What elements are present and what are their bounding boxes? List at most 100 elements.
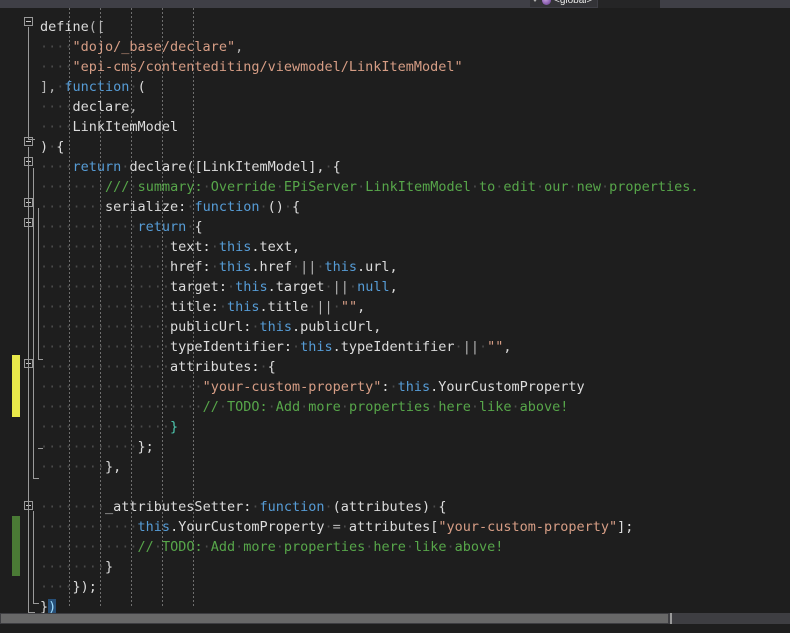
whitespace-dot: · (324, 159, 333, 175)
whitespace-dots: ········ (40, 559, 106, 575)
code-line[interactable]: ················typeIdentifier:·this.typ… (40, 337, 512, 357)
token-pln: attributes[ (348, 519, 439, 535)
token-kw: this (300, 339, 333, 355)
whitespace-dot: · (129, 79, 138, 95)
whitespace-dots: ········ (40, 499, 106, 515)
code-line[interactable]: ············//·TODO:·Add·more·properties… (40, 537, 503, 557)
whitespace-dots: ···· (40, 59, 73, 75)
code-line[interactable]: ················attributes:·{ (40, 357, 276, 377)
whitespace-dots: ················ (40, 239, 171, 255)
code-line[interactable]: ········}, (40, 457, 121, 477)
token-kw: this (324, 259, 358, 275)
token-pln: .publicUrl, (291, 319, 382, 335)
whitespace-dot: · (332, 299, 341, 315)
token-opr: ||· (332, 279, 358, 295)
token-pln: } (105, 559, 114, 575)
whitespace-dot: · (470, 179, 480, 195)
code-line[interactable]: ····················//·TODO:·Add·more·pr… (40, 397, 568, 417)
code-line[interactable]: ················target:·this.target·||·n… (40, 277, 398, 297)
whitespace-dot: · (259, 199, 268, 215)
code-line[interactable]: ],·function·( (40, 77, 146, 97)
code-line[interactable]: ········_attributesSetter:·function·(att… (40, 497, 446, 517)
navigation-bar-right-filler (660, 0, 790, 8)
whitespace-dot: · (340, 519, 349, 535)
code-line[interactable]: ············}; (40, 437, 154, 457)
code-line[interactable]: ············return·{ (40, 217, 203, 237)
outlining-margin[interactable] (22, 8, 43, 633)
token-pln: LinkItemModel (72, 119, 179, 135)
whitespace-dot: · (454, 339, 463, 355)
whitespace-dots: ············ (40, 539, 138, 555)
token-pln: target:· (170, 279, 236, 295)
whitespace-dot: · (365, 539, 374, 555)
token-pln: ·(attributes)·{ (324, 499, 447, 515)
code-line[interactable]: ····return·declare([LinkItemModel],·{ (40, 157, 341, 177)
code-line[interactable]: define([ (40, 17, 105, 37)
change-bar-unsaved (12, 355, 20, 417)
code-line[interactable]: ········///·summary:·Override·EPiServer·… (40, 177, 699, 197)
code-line[interactable]: ····LinkItemModel (40, 117, 178, 137)
token-pln: .href· (251, 259, 301, 275)
token-pln: .target· (267, 279, 333, 295)
code-line[interactable]: ····}); (40, 577, 97, 597)
token-pln: text:· (170, 239, 219, 255)
whitespace-dot: · (235, 539, 244, 555)
whitespace-dot: · (446, 539, 455, 555)
whitespace-dot: · (129, 179, 138, 195)
token-pln: ·declare([LinkItemModel],·{ (121, 159, 341, 175)
token-kw: this (235, 279, 268, 295)
code-text-area[interactable]: define([····"dojo/_base/declare", ····"ep… (40, 8, 790, 633)
token-opr: =· (332, 519, 349, 535)
code-line[interactable]: ········serialize:·function·()·{ (40, 197, 300, 217)
outlining-rail (28, 147, 29, 612)
code-line[interactable]: )·{ (40, 137, 64, 157)
token-pln: typeIdentifier:· (170, 339, 301, 355)
code-line[interactable]: ················href:·this.href·||·this.… (40, 257, 398, 277)
token-kw: null (357, 279, 390, 295)
whitespace-dot: · (210, 259, 219, 275)
whitespace-dots: ········ (40, 459, 106, 475)
whitespace-dot: · (495, 179, 504, 195)
navigation-bar-left-filler (0, 0, 529, 8)
horizontal-scrollbar-thumb[interactable] (1, 614, 668, 623)
code-line[interactable]: ····················"your-custom-propert… (40, 377, 585, 397)
outlining-rail (38, 229, 39, 359)
whitespace-dots: ···· (40, 39, 73, 55)
code-line[interactable]: ····"dojo/_base/declare", (40, 37, 243, 57)
code-line[interactable]: ················} (40, 417, 178, 437)
whitespace-dots: ················ (40, 259, 171, 275)
scope-selector-dropdown[interactable]: <global> (529, 0, 599, 8)
whitespace-dot: · (511, 399, 520, 415)
whitespace-dots: ···················· (40, 379, 203, 395)
whitespace-dot: · (186, 219, 195, 235)
token-kw: function (64, 79, 130, 95)
outlining-rail (28, 27, 29, 139)
whitespace-dot: · (324, 499, 333, 515)
token-pln: ]; (617, 519, 634, 535)
code-line[interactable]: ················publicUrl:·this.publicUr… (40, 317, 381, 337)
token-pln: .url, (357, 259, 398, 275)
token-com: //·TODO:·Add·more·properties·here·like·a… (137, 539, 504, 555)
code-line[interactable]: ········} (40, 557, 113, 577)
split-view-divider[interactable] (670, 613, 672, 624)
whitespace-dot: · (153, 539, 162, 555)
code-line[interactable]: ············this.YourCustomProperty·=·at… (40, 517, 633, 537)
code-editor[interactable]: define([····"dojo/_base/declare", ····"ep… (0, 8, 790, 633)
whitespace-dots: ················ (40, 359, 171, 375)
code-line[interactable]: ····declare, (40, 97, 138, 117)
horizontal-scrollbar[interactable] (0, 613, 790, 624)
navigation-bar: <global> (0, 0, 790, 8)
whitespace-dot: · (267, 399, 276, 415)
whitespace-dot: · (340, 399, 349, 415)
whitespace-dots: ········ (40, 179, 106, 195)
code-line[interactable]: ················title:·this.title·||·"", (40, 297, 365, 317)
whitespace-dot: · (324, 519, 333, 535)
code-line[interactable]: ················text:·this.text, (40, 237, 300, 257)
token-pln: ·( (129, 79, 146, 95)
fold-define[interactable] (24, 17, 33, 26)
token-pln: .title· (259, 299, 317, 315)
token-opr: , (129, 99, 138, 115)
outlining-rail (33, 168, 34, 478)
code-line[interactable]: ····"epi-cms/contentediting/viewmodel/Li… (40, 57, 463, 77)
token-pln: :· (381, 379, 398, 395)
